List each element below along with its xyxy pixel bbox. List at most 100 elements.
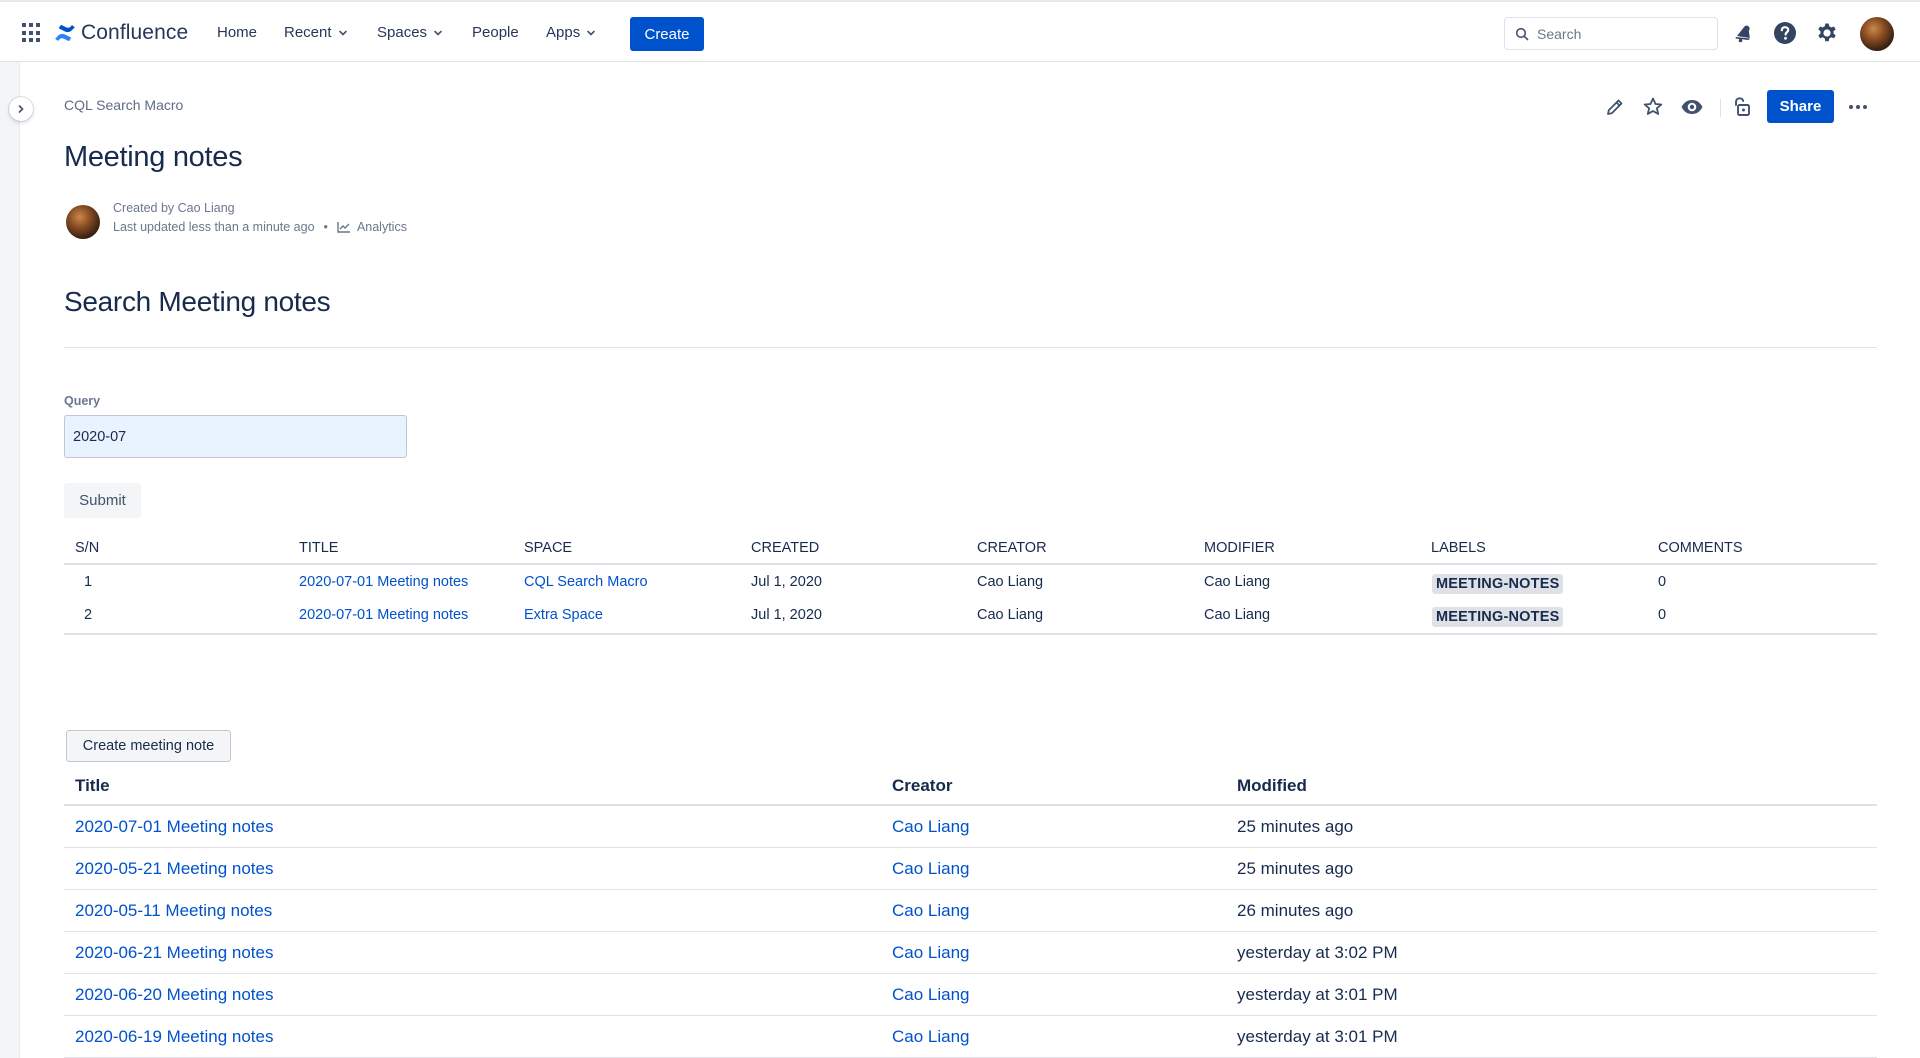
table-row: 2020-06-21 Meeting notes Cao Liang yeste… <box>64 932 1877 974</box>
create-meeting-note-button[interactable]: Create meeting note <box>66 730 231 762</box>
submit-button[interactable]: Submit <box>64 483 141 518</box>
search-icon <box>1515 27 1529 40</box>
help-icon[interactable] <box>1773 21 1797 45</box>
meeting-notes-table: Title Creator Modified 2020-07-01 Meetin… <box>64 770 1877 1058</box>
label-lozenge[interactable]: MEETING-NOTES <box>1432 574 1564 594</box>
cell-modifier: Cao Liang <box>1204 574 1271 590</box>
table-row: 2020-07-01 Meeting notes Cao Liang 25 mi… <box>64 806 1877 848</box>
note-modified: 25 minutes ago <box>1237 817 1354 836</box>
share-button[interactable]: Share <box>1767 90 1834 123</box>
col-creator: CREATOR <box>977 540 1047 556</box>
table-row: 1 2020-07-01 Meeting notes CQL Search Ma… <box>64 565 1877 598</box>
col-title: Title <box>75 776 110 795</box>
note-title-link[interactable]: 2020-06-20 Meeting notes <box>75 985 273 1005</box>
nav-spaces-label: Spaces <box>377 24 428 41</box>
gear-icon[interactable] <box>1815 21 1839 45</box>
table-bottom-border <box>64 633 1877 635</box>
logo-text: Confluence <box>81 21 189 44</box>
note-modified: yesterday at 3:01 PM <box>1237 985 1398 1004</box>
chart-line-icon <box>337 222 350 233</box>
create-button[interactable]: Create <box>630 17 704 51</box>
cell-title-link[interactable]: 2020-07-01 Meeting notes <box>299 607 468 623</box>
top-navigation: Confluence Home Recent Spaces People App… <box>0 0 1920 62</box>
label-lozenge[interactable]: MEETING-NOTES <box>1432 607 1564 627</box>
created-by: Created by Cao Liang <box>113 201 235 215</box>
chevron-down-icon <box>434 30 442 36</box>
nav-apps[interactable]: Apps <box>546 24 596 41</box>
col-comments: COMMENTS <box>1658 540 1743 556</box>
note-title-link[interactable]: 2020-06-21 Meeting notes <box>75 943 273 963</box>
byline-meta: Last updated less than a minute ago • An… <box>113 220 407 234</box>
sidebar-collapsed <box>0 62 20 1058</box>
breadcrumb[interactable]: CQL Search Macro <box>64 97 183 113</box>
nav-spaces[interactable]: Spaces <box>377 24 443 41</box>
nav-apps-label: Apps <box>546 24 581 41</box>
note-creator-link[interactable]: Cao Liang <box>892 859 970 879</box>
col-creator: Creator <box>892 776 953 795</box>
confluence-logo[interactable]: Confluence <box>55 21 188 45</box>
note-creator-link[interactable]: Cao Liang <box>892 817 970 837</box>
table-row: 2020-06-20 Meeting notes Cao Liang yeste… <box>64 974 1877 1016</box>
nav-people-label: People <box>472 24 519 41</box>
query-label: Query <box>64 394 101 408</box>
confluence-logo-icon <box>55 25 75 41</box>
note-title-link[interactable]: 2020-05-21 Meeting notes <box>75 859 273 879</box>
eye-icon[interactable] <box>1680 95 1704 119</box>
nav-home-label: Home <box>217 24 258 41</box>
table-row: 2 2020-07-01 Meeting notes Extra Space J… <box>64 598 1877 631</box>
cell-sn: 1 <box>84 574 93 590</box>
app-switcher-icon[interactable] <box>22 23 42 43</box>
query-input[interactable] <box>64 415 407 458</box>
cell-comments: 0 <box>1658 607 1667 623</box>
note-creator-link[interactable]: Cao Liang <box>892 901 970 921</box>
search-input[interactable] <box>1537 25 1697 42</box>
cell-title-link[interactable]: 2020-07-01 Meeting notes <box>299 574 468 590</box>
note-creator-link[interactable]: Cao Liang <box>892 985 970 1005</box>
note-title-link[interactable]: 2020-06-19 Meeting notes <box>75 1027 273 1047</box>
nav-recent[interactable]: Recent <box>284 24 348 41</box>
nav-recent-label: Recent <box>284 24 332 41</box>
analytics-link[interactable]: Analytics <box>337 220 407 234</box>
nav-people[interactable]: People <box>472 24 519 41</box>
nav-home[interactable]: Home <box>217 24 257 41</box>
table-header: S/N TITLE SPACE CREATED CREATOR MODIFIER… <box>64 533 1877 565</box>
search-heading: Search Meeting notes <box>64 286 331 317</box>
cell-comments: 0 <box>1658 574 1667 590</box>
last-updated: Last updated less than a minute ago <box>113 220 315 234</box>
notification-bell-icon[interactable] <box>1731 21 1755 45</box>
cql-results-table: S/N TITLE SPACE CREATED CREATOR MODIFIER… <box>64 533 1877 635</box>
user-avatar[interactable] <box>1860 17 1894 51</box>
bullet-separator: • <box>323 220 328 234</box>
table-row: 2020-06-19 Meeting notes Cao Liang yeste… <box>64 1016 1877 1058</box>
note-title-link[interactable]: 2020-07-01 Meeting notes <box>75 817 273 837</box>
star-icon[interactable] <box>1641 95 1665 119</box>
col-sn: S/N <box>75 540 100 556</box>
cell-modifier: Cao Liang <box>1204 607 1271 623</box>
note-modified: 26 minutes ago <box>1237 901 1354 920</box>
cell-created: Jul 1, 2020 <box>751 607 822 623</box>
cell-space-link[interactable]: Extra Space <box>524 607 603 623</box>
cell-created: Jul 1, 2020 <box>751 574 822 590</box>
note-modified: yesterday at 3:02 PM <box>1237 943 1398 962</box>
chevron-down-icon <box>587 30 596 36</box>
cell-space-link[interactable]: CQL Search Macro <box>524 574 648 590</box>
table-row: 2020-05-11 Meeting notes Cao Liang 26 mi… <box>64 890 1877 932</box>
more-icon[interactable] <box>1846 95 1870 119</box>
author-avatar[interactable] <box>66 205 100 239</box>
unlock-icon[interactable] <box>1730 95 1754 119</box>
table-row: 2020-05-21 Meeting notes Cao Liang 25 mi… <box>64 848 1877 890</box>
note-title-link[interactable]: 2020-05-11 Meeting notes <box>75 901 272 921</box>
col-modified: Modified <box>1237 776 1307 795</box>
page-title: Meeting notes <box>64 141 243 173</box>
table-header: Title Creator Modified <box>64 770 1877 806</box>
chevron-right-icon[interactable] <box>9 97 33 121</box>
search-field[interactable] <box>1504 17 1718 50</box>
note-creator-link[interactable]: Cao Liang <box>892 1027 970 1047</box>
divider <box>1720 99 1721 117</box>
col-created: CREATED <box>751 540 820 556</box>
analytics-label: Analytics <box>356 220 407 234</box>
pencil-icon[interactable] <box>1603 95 1627 119</box>
note-creator-link[interactable]: Cao Liang <box>892 943 970 963</box>
note-modified: yesterday at 3:01 PM <box>1237 1027 1398 1046</box>
col-title: TITLE <box>299 540 339 556</box>
